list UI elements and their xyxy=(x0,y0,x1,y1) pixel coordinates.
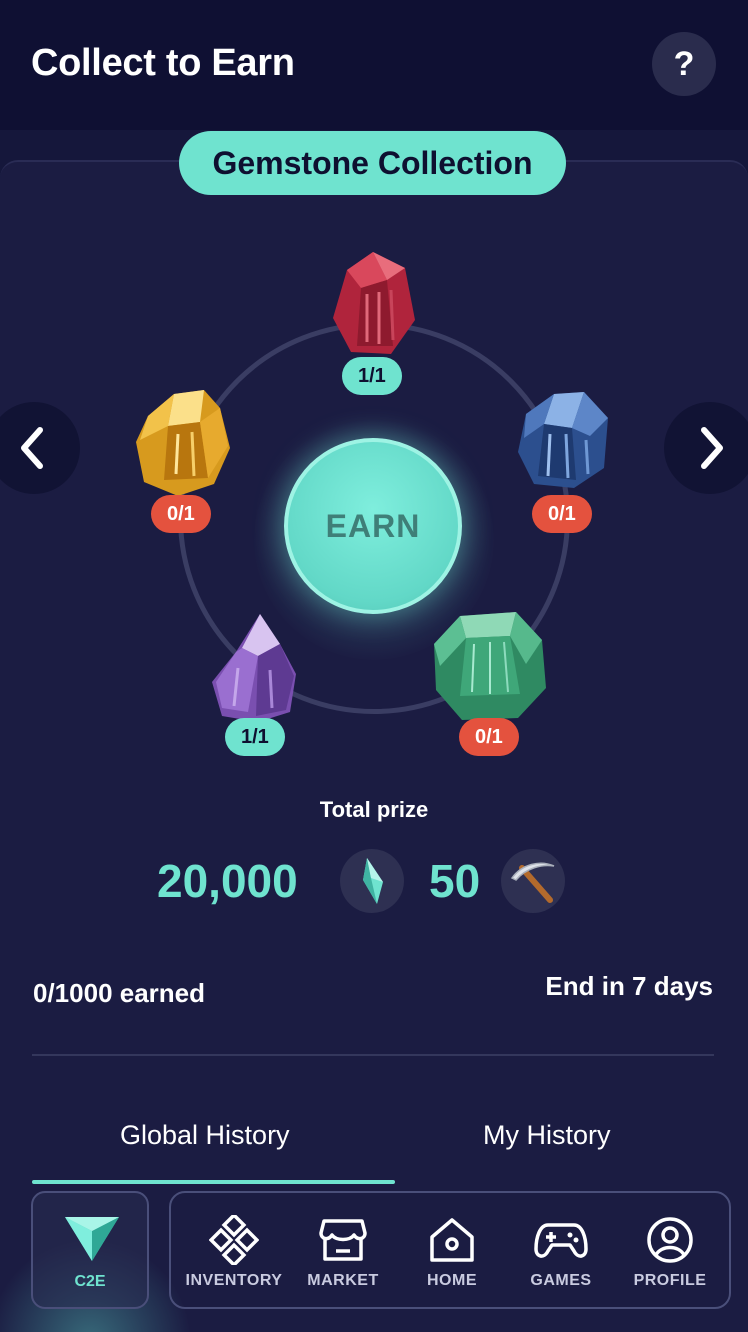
crystal-prize-amount: 20,000 xyxy=(157,855,298,907)
gem-count-sapphire: 0/1 xyxy=(532,495,592,533)
nav-market[interactable]: MARKET xyxy=(288,1193,398,1311)
bottom-navigation: INVENTORY MARKET HOME GAMES PROFILE xyxy=(169,1191,731,1309)
nav-home-label: HOME xyxy=(427,1272,477,1289)
gem-count-citrine: 0/1 xyxy=(151,495,211,533)
nav-inventory[interactable]: INVENTORY xyxy=(179,1193,289,1311)
header: Collect to Earn ? xyxy=(0,0,748,130)
prize-label: Total prize xyxy=(319,797,429,822)
earn-button[interactable]: EARN xyxy=(284,438,462,614)
chevron-right-icon xyxy=(701,427,723,469)
sapphire-gem-icon[interactable] xyxy=(514,388,614,492)
nav-profile[interactable]: PROFILE xyxy=(615,1193,725,1311)
help-button[interactable]: ? xyxy=(652,32,716,96)
citrine-gem-icon[interactable] xyxy=(134,388,232,498)
emerald-gem-icon[interactable] xyxy=(430,610,550,724)
inventory-icon xyxy=(209,1215,259,1265)
gem-count-emerald: 0/1 xyxy=(459,718,519,756)
nav-profile-label: PROFILE xyxy=(633,1272,707,1289)
page-title: Collect to Earn xyxy=(31,42,295,84)
gamepad-icon xyxy=(534,1223,588,1258)
nav-games[interactable]: GAMES xyxy=(506,1193,616,1311)
end-countdown: End in 7 days xyxy=(545,971,713,1001)
next-collection-button[interactable] xyxy=(664,402,748,494)
home-icon xyxy=(430,1218,474,1262)
c2e-logo-icon xyxy=(65,1217,119,1261)
chevron-left-icon xyxy=(21,427,43,469)
ruby-gem-icon[interactable] xyxy=(327,250,419,360)
tab-my-history[interactable]: My History xyxy=(483,1120,611,1151)
nav-c2e[interactable]: C2E xyxy=(31,1191,149,1309)
gem-count-amethyst: 1/1 xyxy=(225,718,285,756)
nav-games-label: GAMES xyxy=(530,1272,592,1289)
collection-title: Gemstone Collection xyxy=(179,131,566,195)
gem-count-ruby: 1/1 xyxy=(342,357,402,395)
crystal-icon xyxy=(340,849,404,913)
pickaxe-icon xyxy=(501,849,565,913)
nav-market-label: MARKET xyxy=(307,1272,379,1289)
pickaxe-prize-amount: 50 xyxy=(429,855,481,907)
amethyst-gem-icon[interactable] xyxy=(208,612,302,724)
nav-inventory-label: INVENTORY xyxy=(185,1272,283,1289)
tab-global-history[interactable]: Global History xyxy=(120,1120,290,1151)
profile-icon xyxy=(647,1217,693,1263)
earned-progress: 0/1000 earned xyxy=(33,978,206,1008)
nav-home[interactable]: HOME xyxy=(397,1193,507,1311)
active-tab-indicator xyxy=(32,1180,395,1184)
divider xyxy=(32,1054,714,1056)
nav-c2e-label: C2E xyxy=(74,1273,106,1290)
market-icon xyxy=(319,1219,367,1261)
